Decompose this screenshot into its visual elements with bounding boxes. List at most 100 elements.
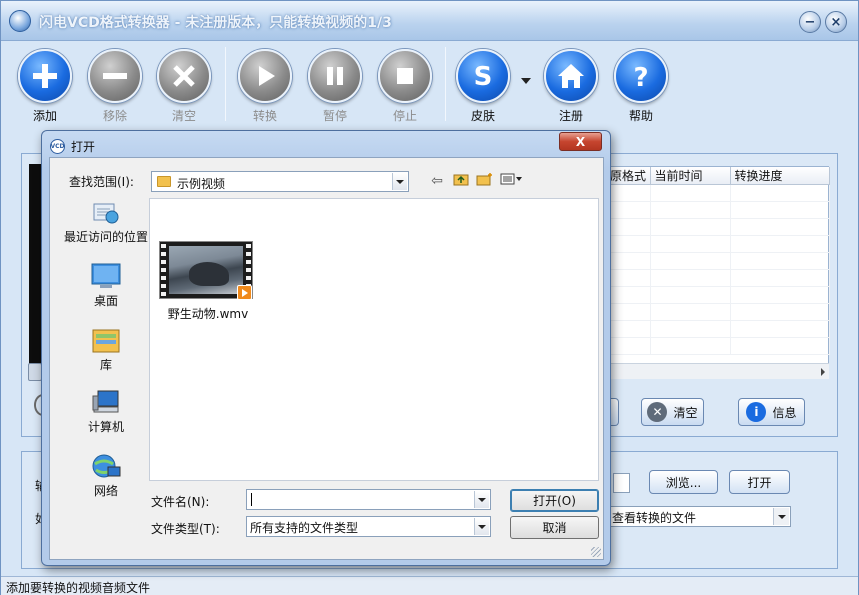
info-icon: i [746, 402, 767, 422]
toolbar: 添加 移除 清空 转换 暂停 停止 S 皮肤 注册 ? 帮助 [1, 41, 858, 126]
text-caret [251, 493, 252, 506]
home-icon [544, 49, 598, 103]
skin-icon: S [456, 49, 510, 103]
resize-grip-icon[interactable] [591, 547, 601, 557]
network-icon [90, 452, 122, 480]
places-bar: 最近访问的位置 桌面 库 计算机 网络 [58, 198, 154, 498]
column-header[interactable]: 转换进度 [730, 167, 830, 185]
horizontal-scrollbar[interactable] [605, 363, 829, 379]
place-label: 计算机 [87, 420, 124, 434]
add-label: 添加 [32, 109, 57, 123]
place-label: 最近访问的位置 [63, 230, 148, 244]
filename-input[interactable] [246, 489, 491, 510]
filetype-select[interactable]: 所有支持的文件类型 [246, 516, 491, 537]
film-strip-left [161, 244, 166, 296]
table-row [606, 184, 830, 202]
look-in-value: 示例视频 [177, 177, 226, 191]
thumbnail-subject [189, 262, 229, 286]
app-logo-icon [9, 10, 31, 32]
filetype-value: 所有支持的文件类型 [250, 521, 359, 535]
place-network[interactable]: 网络 [58, 452, 154, 499]
column-header[interactable]: 当前时间 [650, 167, 731, 185]
look-in-label: 查找范围(I): [69, 175, 134, 189]
vcd-app-icon: VCD [50, 139, 65, 154]
minus-icon [88, 49, 142, 103]
place-computer[interactable]: 计算机 [58, 388, 154, 435]
help-label: 帮助 [628, 109, 653, 123]
toolbar-divider [445, 47, 446, 121]
skin-button[interactable]: S 皮肤 [451, 49, 515, 124]
table-row [606, 286, 830, 304]
convert-button[interactable]: 转换 [233, 49, 297, 124]
place-recent[interactable]: 最近访问的位置 [58, 198, 154, 245]
table-row [606, 303, 830, 321]
clear-button[interactable]: ✕ 清空 [641, 398, 704, 426]
clear-x-icon: ✕ [647, 402, 668, 422]
place-label: 网络 [93, 484, 118, 498]
svg-text:S: S [474, 62, 493, 91]
window-title: 闪电VCD格式转换器 - 未注册版本，只能转换视频的1/3 [39, 15, 392, 31]
chevron-down-icon[interactable] [474, 491, 489, 508]
clear-list-label: 清空 [171, 109, 196, 123]
table-row [606, 269, 830, 287]
convert-label: 转换 [252, 109, 277, 123]
file-list-view[interactable]: 野生动物.wmv [149, 198, 599, 481]
cancel-button[interactable]: 取消 [510, 516, 599, 539]
table-row [606, 235, 830, 253]
help-button[interactable]: ? 帮助 [609, 49, 673, 124]
file-name: 野生动物.wmv [167, 307, 249, 321]
output-path-input[interactable] [613, 473, 630, 493]
svg-text:?: ? [633, 63, 648, 91]
stop-button[interactable]: 停止 [373, 49, 437, 124]
skin-label: 皮肤 [470, 109, 495, 123]
back-arrow-icon[interactable]: ⇦ [428, 173, 446, 189]
register-label: 注册 [558, 109, 583, 123]
thumbnail-image [169, 246, 243, 294]
filetype-label: 文件类型(T): [151, 522, 220, 536]
after-convert-value: 查看转换的文件 [612, 511, 697, 525]
add-button[interactable]: 添加 [13, 49, 77, 124]
desktop-icon [90, 262, 122, 290]
info-button[interactable]: i 信息 [738, 398, 805, 426]
close-window-button[interactable]: × [825, 11, 847, 33]
table-row [606, 320, 830, 338]
place-libraries[interactable]: 库 [58, 326, 154, 373]
new-folder-icon[interactable] [476, 172, 494, 190]
folder-icon [157, 176, 171, 187]
play-badge-icon [237, 285, 252, 300]
pause-button[interactable]: 暂停 [303, 49, 367, 124]
pause-icon [308, 49, 362, 103]
chevron-down-icon[interactable] [474, 518, 489, 535]
scroll-right-icon[interactable] [821, 368, 825, 376]
open-button[interactable]: 打开(O) [510, 489, 599, 512]
minimize-button[interactable]: − [799, 11, 821, 33]
browse-button[interactable]: 浏览... [649, 470, 718, 494]
table-row [606, 201, 830, 219]
play-icon [238, 49, 292, 103]
after-convert-select[interactable]: 查看转换的文件 [607, 506, 791, 527]
place-label: 库 [99, 358, 112, 372]
column-header[interactable]: 原格式 [606, 167, 651, 185]
chevron-down-icon[interactable] [773, 508, 789, 525]
table-row [606, 337, 830, 355]
chevron-down-icon[interactable] [392, 173, 407, 190]
look-in-combo[interactable]: 示例视频 [151, 171, 409, 192]
toolbar-divider [225, 47, 226, 121]
filename-label: 文件名(N): [151, 495, 210, 509]
preview-slider[interactable] [28, 363, 42, 381]
clear-list-button[interactable]: 清空 [152, 49, 216, 124]
x-icon [157, 49, 211, 103]
view-menu-icon[interactable] [500, 172, 522, 190]
dialog-title: 打开 [71, 140, 96, 154]
plus-icon [18, 49, 72, 103]
stop-label: 停止 [392, 109, 417, 123]
place-desktop[interactable]: 桌面 [58, 262, 154, 309]
computer-icon [90, 388, 122, 416]
skin-dropdown-arrow-icon[interactable] [521, 78, 531, 84]
remove-button[interactable]: 移除 [83, 49, 147, 124]
dialog-close-button[interactable]: X [559, 132, 602, 151]
register-button[interactable]: 注册 [539, 49, 603, 124]
up-folder-icon[interactable] [452, 172, 470, 190]
table-row [606, 252, 830, 270]
open-folder-button[interactable]: 打开 [729, 470, 790, 494]
